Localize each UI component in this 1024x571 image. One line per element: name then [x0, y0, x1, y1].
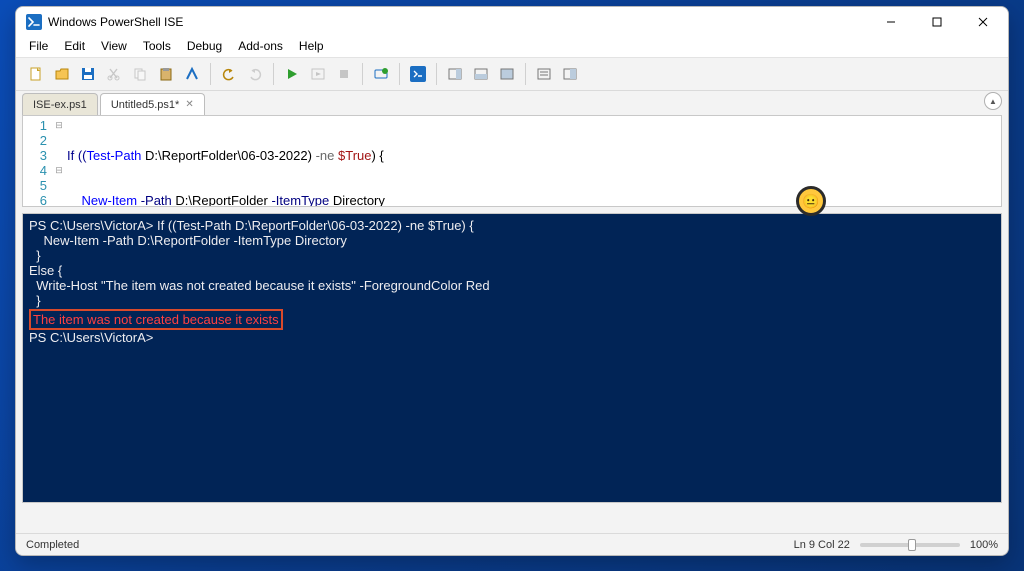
console-line: Write-Host "The item was not created bec… [29, 278, 995, 293]
stop-icon[interactable] [332, 62, 356, 86]
menu-tools[interactable]: Tools [135, 37, 179, 57]
statusbar: Completed Ln 9 Col 22 100% [16, 533, 1008, 555]
menu-file[interactable]: File [21, 37, 56, 57]
fold-column[interactable]: ⊟⊟ [53, 116, 65, 206]
console-pane[interactable]: PS C:\Users\VictorA> If ((Test-Path D:\R… [22, 213, 1002, 503]
separator [273, 63, 274, 85]
menu-edit[interactable]: Edit [56, 37, 93, 57]
cursor-position: Ln 9 Col 22 [794, 539, 850, 551]
zoom-slider[interactable] [860, 543, 960, 547]
menu-help[interactable]: Help [291, 37, 332, 57]
console-line: New-Item -Path D:\ReportFolder -ItemType… [29, 233, 995, 248]
status-text: Completed [26, 539, 79, 551]
show-command-icon[interactable] [532, 62, 556, 86]
cut-icon[interactable] [102, 62, 126, 86]
toolbar [16, 57, 1008, 91]
line-gutter: 1 2 3 4 5 6 [23, 116, 53, 206]
menubar: File Edit View Tools Debug Add-ons Help [16, 37, 1008, 57]
tab-ise-ex[interactable]: ISE-ex.ps1 [22, 93, 98, 115]
separator [362, 63, 363, 85]
redo-icon[interactable] [243, 62, 267, 86]
console-line: PS C:\Users\VictorA> If ((Test-Path D:\R… [29, 218, 995, 233]
console-output: The item was not created because it exis… [33, 312, 279, 327]
new-remote-tab-icon[interactable] [369, 62, 393, 86]
console-line: } [29, 248, 995, 263]
window-controls [868, 7, 1006, 37]
collapse-script-icon[interactable]: ▲ [984, 92, 1002, 110]
highlighted-output: The item was not created because it exis… [29, 309, 283, 330]
separator [399, 63, 400, 85]
console-line: Else { [29, 263, 995, 278]
console-prompt[interactable]: PS C:\Users\VictorA> [29, 330, 995, 345]
app-window: Windows PowerShell ISE File Edit View To… [15, 6, 1009, 556]
menu-debug[interactable]: Debug [179, 37, 230, 57]
show-command-addon-icon[interactable] [558, 62, 582, 86]
copy-icon[interactable] [128, 62, 152, 86]
save-icon[interactable] [76, 62, 100, 86]
code-editor[interactable]: If ((Test-Path D:\ReportFolder\06-03-202… [65, 116, 1001, 206]
menu-addons[interactable]: Add-ons [230, 37, 291, 57]
tab-untitled5[interactable]: Untitled5.ps1* ✕ [100, 93, 205, 115]
tab-label: Untitled5.ps1* [111, 99, 180, 111]
emoji-overlay: 😐 [796, 186, 826, 216]
clear-icon[interactable] [180, 62, 204, 86]
minimize-button[interactable] [868, 7, 914, 37]
zoom-level: 100% [970, 539, 998, 551]
layout-bottom-icon[interactable] [469, 62, 493, 86]
titlebar: Windows PowerShell ISE [16, 7, 1008, 37]
menu-view[interactable]: View [93, 37, 135, 57]
zoom-thumb[interactable] [908, 539, 916, 551]
layout-right-icon[interactable] [443, 62, 467, 86]
separator [436, 63, 437, 85]
script-pane[interactable]: 1 2 3 4 5 6 ⊟⊟ If ((Test-Path D:\ReportF… [22, 115, 1002, 207]
close-tab-icon[interactable]: ✕ [185, 99, 193, 110]
run-script-icon[interactable] [280, 62, 304, 86]
undo-icon[interactable] [217, 62, 241, 86]
console-line: } [29, 293, 995, 308]
window-title: Windows PowerShell ISE [48, 15, 868, 29]
layout-max-icon[interactable] [495, 62, 519, 86]
close-button[interactable] [960, 7, 1006, 37]
open-file-icon[interactable] [50, 62, 74, 86]
maximize-button[interactable] [914, 7, 960, 37]
separator [525, 63, 526, 85]
run-selection-icon[interactable] [306, 62, 330, 86]
app-icon [26, 14, 42, 30]
new-file-icon[interactable] [24, 62, 48, 86]
powershell-tab-icon[interactable] [406, 62, 430, 86]
tab-label: ISE-ex.ps1 [33, 99, 87, 111]
separator [210, 63, 211, 85]
paste-icon[interactable] [154, 62, 178, 86]
tabstrip: ISE-ex.ps1 Untitled5.ps1* ✕ ▲ [16, 91, 1008, 115]
